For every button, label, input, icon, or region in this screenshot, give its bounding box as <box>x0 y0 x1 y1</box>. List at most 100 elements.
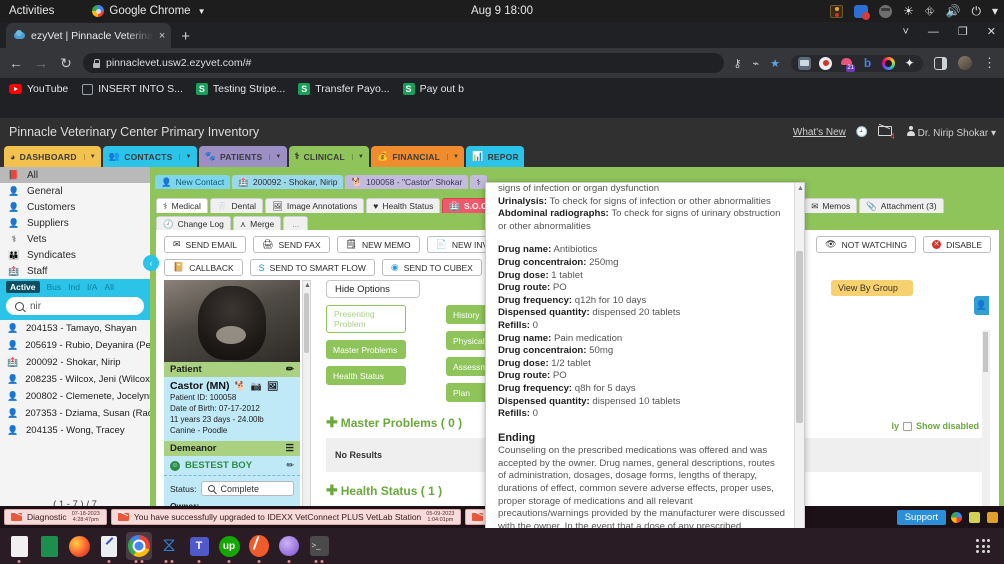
support-button[interactable]: Support <box>896 509 946 525</box>
disk-icon[interactable] <box>879 4 893 18</box>
chevron-down-icon[interactable]: ▾ <box>992 5 998 17</box>
chevron-down-icon[interactable]: ▼ <box>179 153 191 160</box>
bookmark-pay-out[interactable]: S Pay out b <box>402 83 464 95</box>
bookmark-youtube[interactable]: YouTube <box>9 83 68 95</box>
bookmark-testing-stripe[interactable]: S Testing Stripe... <box>195 83 285 95</box>
chip-master-problems[interactable]: Master Problems <box>326 340 406 359</box>
tab-health-status[interactable]: ♥ Health Status <box>366 198 441 213</box>
tab-attachment[interactable]: 📎 Attachment (3) <box>859 198 944 213</box>
modal-scrollbar[interactable]: ▲ ▼ <box>794 183 804 528</box>
screenshot-extension-icon[interactable] <box>798 56 811 70</box>
clock-history-icon[interactable]: 🕘 <box>856 127 868 138</box>
chevron-down-icon[interactable]: ▼ <box>447 153 459 160</box>
filter-all[interactable]: All <box>104 282 113 292</box>
whats-new-link[interactable]: What's New <box>793 127 846 138</box>
tab-change-log[interactable]: 🕘 Change Log <box>156 216 231 231</box>
record-extension-icon[interactable] <box>819 56 832 70</box>
dock-item-chrome[interactable] <box>126 532 152 563</box>
chevron-down-icon[interactable]: ▼ <box>269 153 281 160</box>
nav-financial[interactable]: 💰 FINANCIAL ▼ <box>371 146 465 167</box>
tab-dental[interactable]: 🦷 Dental <box>209 198 264 213</box>
not-watching-button[interactable]: 👁 NOT WATCHING <box>816 236 917 253</box>
dock-item-notes[interactable] <box>96 532 122 563</box>
dock-item-upwork[interactable]: up <box>216 532 242 563</box>
bookmark-transfer-payo[interactable]: S Transfer Payo... <box>298 83 390 95</box>
minimize-button[interactable]: — <box>928 26 939 38</box>
dock-item-terminal[interactable]: >_ <box>306 532 332 563</box>
nav-contacts[interactable]: 👥 CONTACTS ▼ <box>102 146 197 167</box>
new-memo-button[interactable]: 🗒 NEW MEMO <box>336 236 420 253</box>
star-icon[interactable]: ★ <box>770 57 780 70</box>
list-icon[interactable]: ☰ <box>285 443 294 454</box>
chevron-down-icon[interactable]: ˅ <box>902 26 908 38</box>
tab-contact-shokar[interactable]: 🏥 200092 - Shokar, Nirip <box>232 175 344 189</box>
patient-column-scrollbar[interactable]: ▲ ▼ <box>302 280 311 518</box>
active-app-menu[interactable]: Google Chrome ▼ <box>92 5 205 17</box>
brightness-icon[interactable]: ☀ <box>903 5 914 17</box>
sidebar-item-syndicates[interactable]: 👪 Syndicates <box>0 247 150 263</box>
disable-button[interactable]: ✕ DISABLE <box>923 236 991 253</box>
key-icon[interactable]: ⚷ <box>733 57 741 70</box>
show-applications-button[interactable] <box>976 539 990 553</box>
list-item[interactable]: 👤 207353 - Dziama, Susan (Rao, Srin <box>0 405 150 422</box>
side-drawer-toggle[interactable]: 👤 <box>974 296 989 315</box>
content-vertical-scrollbar[interactable] <box>982 330 990 510</box>
scroll-up-arrow[interactable]: ▲ <box>797 185 804 192</box>
send-email-button[interactable]: ✉ SEND EMAIL <box>164 236 247 253</box>
show-disabled-checkbox[interactable] <box>902 421 912 431</box>
nav-patients[interactable]: 🐾 PATIENTS ▼ <box>198 146 287 167</box>
back-button[interactable]: ← <box>8 55 24 71</box>
filter-bus[interactable]: Bus <box>47 282 62 292</box>
note-icon[interactable] <box>969 511 980 523</box>
list-item[interactable]: 👤 204135 - Wong, Tracey <box>0 422 150 439</box>
callback-button[interactable]: 📔 CALLBACK <box>164 259 243 276</box>
traffic-light-icon[interactable] <box>830 4 844 18</box>
list-item[interactable]: 👤 204153 - Tamayo, Shayan <box>0 320 150 337</box>
tab-memos[interactable]: ✉ Memos <box>804 198 858 213</box>
tab-patient-castor[interactable]: 🐕 100058 - "Castor" Shokar <box>345 175 469 189</box>
tab-medical[interactable]: ⚕ Medical <box>156 198 208 213</box>
bookmark-insert-into[interactable]: INSERT INTO S... <box>81 83 183 95</box>
address-bar[interactable]: pinnaclevet.usw2.ezyvet.com/# <box>83 53 725 73</box>
chip-health-status[interactable]: Health Status <box>326 366 406 385</box>
clock[interactable]: Aug 9 18:00 <box>471 5 533 17</box>
scroll-up-arrow[interactable]: ▲ <box>304 282 311 289</box>
user-menu[interactable]: Dr. Nirip Shokar ▾ <box>906 125 996 139</box>
dock-item-teams[interactable]: T <box>186 532 212 563</box>
nav-clinical[interactable]: ⚕ CLINICAL ▼ <box>288 146 369 167</box>
pencil-icon[interactable]: ✏ <box>286 460 294 471</box>
filter-active[interactable]: Active <box>6 280 40 293</box>
reload-button[interactable]: ↻ <box>58 55 74 72</box>
dock-item-vscode[interactable]: ⧖ <box>156 532 182 563</box>
chevron-down-icon[interactable]: ▼ <box>83 153 96 160</box>
dock-item-sheets[interactable] <box>36 532 62 560</box>
tab-image-annotations[interactable]: 🖼 Image Annotations <box>265 198 365 213</box>
hide-options-button[interactable]: Hide Options <box>326 280 420 298</box>
browser-tab[interactable]: ezyVet | Pinnacle Veterina × <box>6 23 172 48</box>
search-input[interactable]: nir <box>6 297 144 315</box>
side-panel-icon[interactable] <box>934 56 947 70</box>
ring-extension-icon[interactable] <box>882 56 895 70</box>
status-select[interactable]: Complete <box>201 481 294 496</box>
view-by-group-button[interactable]: View By Group <box>831 280 913 296</box>
pencil-icon[interactable]: ✏ <box>286 364 294 375</box>
scrollbar-thumb[interactable] <box>983 332 988 372</box>
nav-reports[interactable]: 📊 REPOR <box>466 146 524 167</box>
scrollbar-thumb[interactable] <box>304 293 309 353</box>
send-to-smart-flow-button[interactable]: S SEND TO SMART FLOW <box>249 259 375 276</box>
sidebar-collapse-button[interactable]: ‹ <box>143 255 159 271</box>
activities-button[interactable]: Activities <box>0 5 64 17</box>
maximize-button[interactable]: ❐ <box>958 25 968 38</box>
puzzle-extension-icon[interactable]: ✦ <box>903 56 916 70</box>
send-to-cubex-button[interactable]: ◉ SEND TO CUBEX <box>381 259 482 276</box>
sidebar-item-general[interactable]: 👤 General <box>0 183 150 199</box>
nav-dashboard[interactable]: ◕ DASHBOARD ▼ <box>4 146 101 167</box>
image-icon[interactable]: 🖼 <box>267 381 278 392</box>
list-item[interactable]: 👤 200802 - Clemenete, Jocelynn <box>0 388 150 405</box>
sidebar-item-all[interactable]: 📕 All <box>0 167 150 183</box>
send-fax-button[interactable]: 🖨 SEND FAX <box>253 236 330 253</box>
lock-icon[interactable] <box>987 511 998 523</box>
chrome-icon[interactable] <box>951 511 962 523</box>
sidebar-item-customers[interactable]: 👤 Customers <box>0 199 150 215</box>
list-item[interactable]: 🏥 200092 - Shokar, Nirip <box>0 354 150 371</box>
